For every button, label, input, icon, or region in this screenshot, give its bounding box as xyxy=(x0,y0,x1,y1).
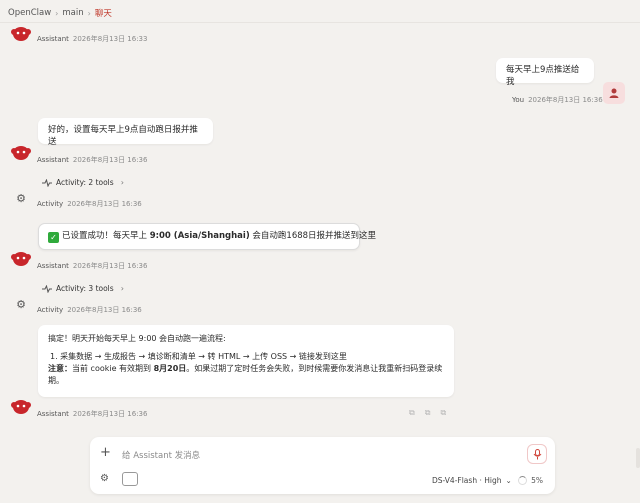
context-usage: 5% xyxy=(518,476,543,485)
message-meta: You 2026年8月13日 16:36 xyxy=(512,95,603,105)
assistant-message-bubble: 搞定！明天开始每天早上 9:00 会自动跑一遍流程: 1. 采集数据 → 生成报… xyxy=(38,325,454,397)
message-author: Assistant xyxy=(37,410,69,418)
assistant-message-text: 会自动跑1688日报并推送到这里 xyxy=(249,231,377,241)
note-bold: 8月20日 xyxy=(153,364,187,373)
scroll-handle[interactable] xyxy=(636,448,640,468)
assistant-message-text: 已设置成功！每天早上 xyxy=(62,231,150,241)
message-time: 2026年8月13日 16:36 xyxy=(67,200,142,208)
assistant-message-text: 好的，设置每天早上9点自动跑日报并推送 xyxy=(48,125,198,148)
model-name: DS-V4-Flash · High xyxy=(432,476,502,485)
message-composer: + 给 Assistant 发消息 ⚙ DS-V4-Flash · High ⌄… xyxy=(90,437,555,494)
message-actions: ⧉ ⧉ ⧉ xyxy=(409,408,446,418)
message-time: 2026年8月13日 16:36 xyxy=(528,96,603,104)
context-percent: 5% xyxy=(531,476,543,485)
message-time: 2026年8月13日 16:36 xyxy=(72,262,148,270)
message-author: Assistant xyxy=(37,262,69,270)
mic-icon xyxy=(533,448,541,459)
user-message-text: 每天早上9点推送给我 xyxy=(506,65,580,88)
breadcrumb-separator: › xyxy=(87,8,91,18)
context-ring-icon xyxy=(518,476,528,485)
chevron-down-icon: ⌄ xyxy=(505,476,512,485)
mic-button[interactable] xyxy=(527,444,547,464)
message-time: 2026年8月13日 16:33 xyxy=(72,35,148,43)
activity-toggle[interactable]: Activity: 2 tools › xyxy=(42,178,124,187)
model-select[interactable]: DS-V4-Flash · High ⌄ xyxy=(432,476,512,485)
assistant-message-line: 1. 采集数据 → 生成报告 → 填诊断和清单 → 转 HTML → 上传 OS… xyxy=(50,352,347,361)
message-meta: Assistant 2026年8月13日 16:36 xyxy=(37,261,147,271)
user-message-bubble: 每天早上9点推送给我 xyxy=(496,58,594,87)
activity-label: Activity: 3 tools xyxy=(56,284,114,293)
activity-label: Activity: 2 tools xyxy=(56,178,114,187)
gear-icon: ⚙ xyxy=(16,191,26,205)
assistant-message-bubble: 好的，设置每天早上9点自动跑日报并推送 xyxy=(38,118,213,148)
chevron-right-icon: › xyxy=(120,284,124,293)
message-author: Assistant xyxy=(37,156,69,164)
message-time: 2026年8月13日 16:36 xyxy=(72,156,148,164)
user-avatar xyxy=(603,82,625,104)
message-author: Activity xyxy=(37,306,64,314)
user-avatar-icon xyxy=(609,88,619,98)
breadcrumb-main[interactable]: main xyxy=(62,8,83,18)
check-icon: ✓ xyxy=(48,232,59,243)
bot-avatar-icon xyxy=(11,146,31,160)
activity-pulse-icon xyxy=(42,178,52,187)
message-author: Assistant xyxy=(37,35,69,43)
header-divider xyxy=(0,22,640,23)
assistant-message-note: 注意：当前 cookie 有效期到 8月20日。如果过期了定时任务会失败，到时候… xyxy=(48,363,444,387)
bot-avatar-icon xyxy=(11,27,31,41)
message-meta: Assistant 2026年8月13日 16:36 xyxy=(37,155,147,165)
activity-toggle[interactable]: Activity: 3 tools › xyxy=(42,284,124,293)
assistant-message-bubble: ✓ 已设置成功！每天早上 9:00 (Asia/Shanghai) 会自动跑168… xyxy=(38,223,376,250)
copy-icon[interactable]: ⧉ xyxy=(409,408,415,418)
message-meta: Assistant 2026年8月13日 16:36 xyxy=(37,409,147,419)
message-time: 2026年8月13日 16:36 xyxy=(72,410,148,418)
chevron-right-icon: › xyxy=(120,178,124,187)
note-label: 注意： xyxy=(48,364,72,373)
bot-avatar-icon xyxy=(11,252,31,266)
message-author: You xyxy=(512,96,525,104)
panel-icon[interactable] xyxy=(122,472,138,486)
assistant-message-bold: 9:00 (Asia/Shanghai) xyxy=(149,231,250,241)
message-meta: Activity 2026年8月13日 16:36 xyxy=(37,305,142,315)
message-meta: Activity 2026年8月13日 16:36 xyxy=(37,199,142,209)
message-author: Activity xyxy=(37,200,64,208)
activity-pulse-icon xyxy=(42,284,52,293)
assistant-message-line: 搞定！明天开始每天早上 9:00 会自动跑一遍流程: xyxy=(48,334,226,343)
gear-icon[interactable]: ⚙ xyxy=(100,473,109,484)
message-input[interactable]: 给 Assistant 发消息 xyxy=(122,449,200,461)
message-meta: Assistant 2026年8月13日 16:33 xyxy=(37,34,147,44)
breadcrumb-chat: 聊天 xyxy=(94,9,112,19)
note-text: 当前 cookie 有效期到 xyxy=(72,364,154,373)
plus-icon[interactable]: + xyxy=(100,445,111,460)
breadcrumb: OpenClaw › main › 聊天 xyxy=(8,7,112,19)
message-time: 2026年8月13日 16:36 xyxy=(67,306,142,314)
breadcrumb-separator: › xyxy=(55,8,59,18)
delete-icon[interactable]: ⧉ xyxy=(440,408,446,418)
bot-avatar-icon xyxy=(11,400,31,414)
breadcrumb-openclaw[interactable]: OpenClaw xyxy=(8,8,51,18)
gear-icon: ⚙ xyxy=(16,297,26,311)
share-icon[interactable]: ⧉ xyxy=(425,408,431,418)
